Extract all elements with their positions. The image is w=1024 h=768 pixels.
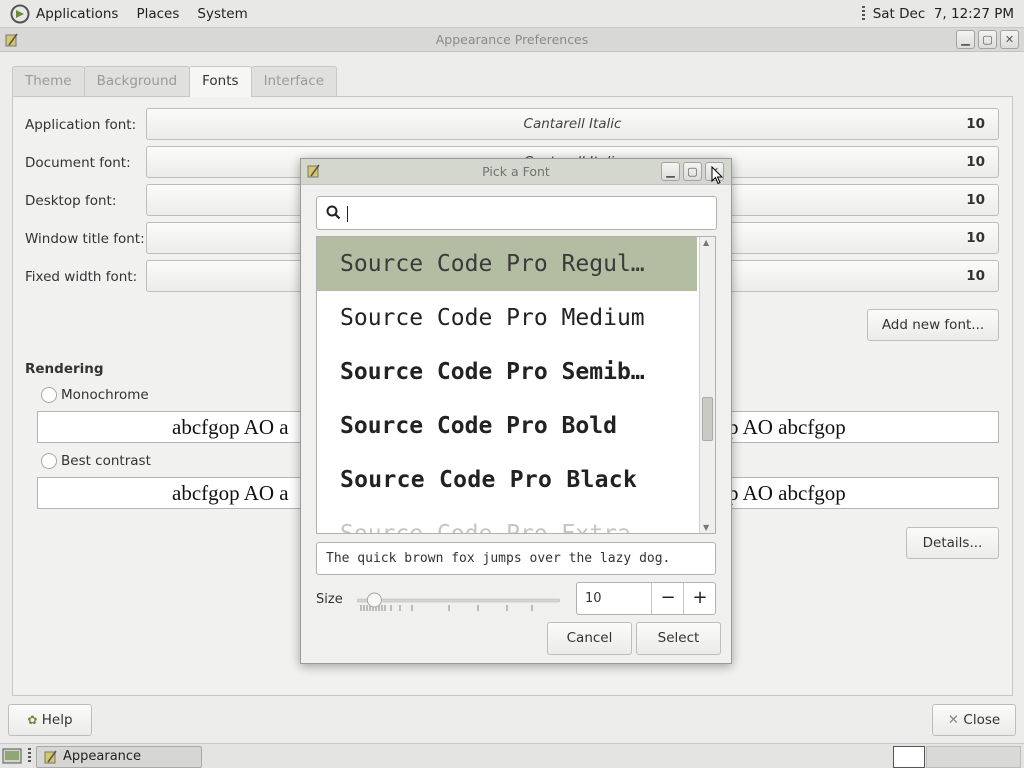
dialog-maximize-button[interactable]: ▢ (683, 162, 702, 181)
size-spinbutton[interactable]: 10 − + (576, 582, 716, 615)
slider-ticks (360, 605, 533, 611)
desktop-font-label: Desktop font: (25, 193, 117, 209)
cancel-button[interactable]: Cancel (547, 622, 632, 655)
application-font-label: Application font: (25, 117, 137, 133)
size-value[interactable]: 10 (585, 583, 602, 614)
add-new-font-button[interactable]: Add new font... (867, 309, 999, 341)
plus-icon: + (692, 587, 708, 608)
details-button[interactable]: Details... (906, 527, 999, 559)
size-decrease-button[interactable]: − (651, 583, 684, 614)
document-font-size: 10 (966, 154, 985, 170)
search-icon (326, 205, 341, 220)
document-font-label: Document font: (25, 155, 131, 171)
minimize-icon: ▁ (961, 33, 970, 46)
select-button[interactable]: Select (636, 622, 721, 655)
monochrome-radio[interactable] (41, 387, 57, 403)
top-panel: Applications Places System Sat Dec 7, 12… (0, 0, 1024, 28)
close-x-icon: ✕ (947, 712, 960, 728)
tab-theme[interactable]: Theme (12, 66, 85, 96)
close-icon: ✕ (1004, 33, 1015, 46)
font-list-scrollbar[interactable]: ▲ ▼ (699, 237, 715, 533)
minimize-button[interactable]: ▁ (956, 30, 975, 49)
taskbar-item-appearance[interactable]: Appearance Prefere... (36, 746, 202, 768)
font-search-box[interactable] (316, 196, 717, 230)
fixed-width-font-size: 10 (966, 268, 985, 284)
dialog-app-icon (307, 164, 320, 178)
appearance-app-icon (5, 33, 18, 47)
system-menu[interactable]: System (188, 0, 256, 28)
appearance-app-icon (44, 750, 57, 764)
size-increase-button[interactable]: + (683, 583, 716, 614)
applications-menu[interactable]: Applications (0, 0, 127, 28)
scroll-thumb[interactable] (702, 397, 713, 441)
best-contrast-radio[interactable] (41, 453, 57, 469)
monochrome-sample-text-right: p AO abcfgop (728, 412, 846, 442)
tab-background[interactable]: Background (83, 66, 191, 96)
desktop-font-size: 10 (966, 192, 985, 208)
close-label: Close (963, 712, 1001, 728)
application-font-name: Cantarell Italic (523, 116, 622, 132)
help-icon: ✿ (27, 713, 38, 727)
maximize-button[interactable]: ▢ (978, 30, 997, 49)
dialog-title: Pick a Font (482, 164, 550, 179)
close-button[interactable]: ✕ Close (932, 704, 1016, 736)
best-contrast-label[interactable]: Best contrast (61, 453, 151, 469)
clock[interactable]: Sat Dec 7, 12:27 PM (873, 6, 1014, 22)
font-list-item[interactable]: Source Code Pro Bold (317, 399, 697, 453)
distro-logo-icon (10, 4, 30, 23)
maximize-icon: ▢ (687, 165, 698, 178)
bottom-taskbar: Appearance Prefere... (0, 743, 1024, 768)
tab-interface[interactable]: Interface (250, 66, 338, 96)
window-title-font-label: Window title font: (25, 231, 145, 247)
fixed-width-font-label: Fixed width font: (25, 269, 138, 285)
workspace-2[interactable] (926, 746, 1021, 768)
maximize-icon: ▢ (982, 33, 993, 46)
best-contrast-sample-text-right: p AO abcfgop (728, 478, 846, 508)
monochrome-sample-right-text: p AO abcfgop (728, 415, 846, 439)
font-list-item[interactable]: Source Code Pro Medium (317, 291, 697, 345)
rendering-heading: Rendering (25, 361, 104, 377)
panel-handle-icon (861, 6, 865, 22)
monochrome-sample-text-left: abcfgop AO a (172, 415, 289, 439)
font-list[interactable]: Source Code Pro Regul… Source Code Pro M… (316, 236, 716, 534)
best-contrast-sample-text-left: abcfgop AO a (172, 481, 289, 505)
applications-menu-label: Applications (36, 5, 119, 22)
pick-font-dialog: Pick a Font ▁ ▢ ✕ Source Code Pro Regul…… (300, 158, 732, 664)
main-window-titlebar[interactable]: Appearance Preferences ▁ ▢ ✕ (0, 28, 1024, 52)
size-slider[interactable] (357, 591, 560, 613)
show-desktop-icon[interactable] (2, 747, 23, 766)
help-button[interactable]: ✿ Help (8, 704, 92, 736)
help-label: Help (41, 712, 73, 728)
minus-icon: − (660, 587, 676, 608)
main-window-title: Appearance Preferences (435, 32, 589, 47)
taskbar-item-label: Appearance Prefere... (63, 749, 142, 764)
scroll-down-arrow-icon[interactable]: ▼ (703, 523, 709, 532)
minimize-icon: ▁ (666, 165, 675, 178)
window-close-button[interactable]: ✕ (1000, 30, 1019, 49)
application-font-size: 10 (966, 116, 985, 132)
dialog-titlebar[interactable]: Pick a Font ▁ ▢ ✕ (301, 159, 731, 185)
font-list-item[interactable]: Source Code Pro Black (317, 453, 697, 507)
tab-bar: Theme Background Fonts Interface (12, 66, 338, 97)
size-label: Size (316, 592, 343, 607)
font-list-item[interactable]: Source Code Pro Semib… (317, 345, 697, 399)
font-list-item[interactable]: Source Code Pro Regul… (317, 237, 697, 291)
font-search-input[interactable] (345, 201, 705, 225)
font-preview[interactable]: The quick brown fox jumps over the lazy … (316, 542, 716, 575)
tab-fonts[interactable]: Fonts (189, 66, 252, 97)
best-contrast-sample-right-text: p AO abcfgop (728, 481, 846, 505)
clock-area[interactable]: Sat Dec 7, 12:27 PM (861, 0, 1014, 28)
application-font-button[interactable]: Cantarell Italic 10 (146, 108, 999, 140)
workspace-1[interactable] (893, 746, 925, 768)
taskbar-handle-icon (28, 748, 31, 764)
window-title-font-size: 10 (966, 230, 985, 246)
scroll-up-arrow-icon[interactable]: ▲ (703, 238, 709, 247)
mouse-cursor-icon (711, 166, 723, 185)
monochrome-label[interactable]: Monochrome (61, 387, 149, 403)
places-menu[interactable]: Places (127, 0, 188, 28)
slider-knob (366, 592, 382, 608)
dialog-minimize-button[interactable]: ▁ (661, 162, 680, 181)
font-list-item[interactable]: Source Code Pro Extra (317, 507, 697, 533)
text-cursor (347, 206, 348, 222)
